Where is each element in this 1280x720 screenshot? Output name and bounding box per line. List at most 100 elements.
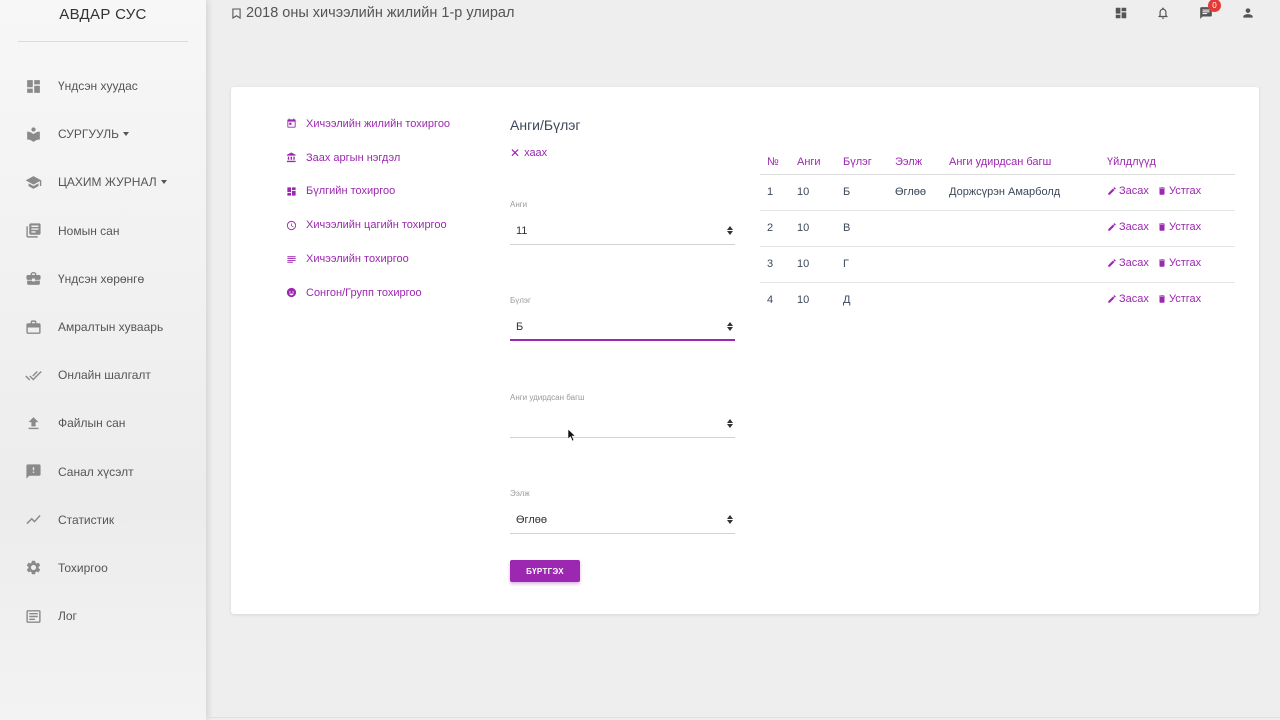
- cell-grade: 10: [797, 294, 810, 307]
- brand-logo-text[interactable]: АВДАР СУС: [0, 0, 206, 42]
- pencil-icon: [1108, 223, 1116, 231]
- sidebar-nav: Үндсэн хуудас СУРГУУЛЬ ЦАХИМ ЖУРНАЛ Номы…: [0, 62, 206, 640]
- dashboard-toggle-button[interactable]: [1114, 6, 1128, 20]
- form-title: Анги/Бүлэг: [510, 117, 581, 133]
- sidebar-item-home[interactable]: Үндсэн хуудас: [0, 62, 206, 110]
- sidebar-item-settings[interactable]: Тохиргоо: [0, 544, 206, 592]
- shift-label: Ээлж: [510, 489, 530, 498]
- messages-button[interactable]: 0: [1199, 0, 1221, 20]
- edit-button[interactable]: Засах: [1107, 185, 1149, 197]
- settings-menu: Хичээлийн жилийн тохиргоо Заах аргын нэг…: [286, 107, 450, 310]
- topbar: 2018 оны хичээлийн жилийн 1-р улирал 0: [206, 0, 1280, 30]
- sidebar-item-label: Файлын сан: [58, 416, 126, 431]
- settings-item-method-unit[interactable]: Заах аргын нэгдэл: [286, 141, 450, 175]
- user-profile-button[interactable]: [1241, 6, 1255, 20]
- notification-badge: 0: [1208, 0, 1221, 12]
- caret-down-icon: [123, 132, 129, 137]
- trash-icon: [1159, 259, 1165, 267]
- cell-teacher: [942, 246, 1100, 283]
- page-title-text: 2018 оны хичээлийн жилийн 1-р улирал: [246, 5, 515, 21]
- select-arrows-icon: [727, 322, 733, 331]
- delete-button[interactable]: Устгах: [1157, 293, 1201, 305]
- cell-no: 2: [760, 210, 790, 247]
- teacher-select[interactable]: [510, 412, 735, 438]
- table-row: 4 10 Д Засах Устгах: [760, 282, 1235, 318]
- sidebar-item-statistics[interactable]: Статистик: [0, 496, 206, 544]
- main-card: Хичээлийн жилийн тохиргоо Заах аргын нэг…: [231, 87, 1259, 614]
- library-books-icon: [25, 222, 42, 239]
- sidebar-item-online-exam[interactable]: Онлайн шалгалт: [0, 351, 206, 399]
- cell-shift: [888, 282, 942, 318]
- pencil-icon: [1108, 187, 1116, 195]
- delete-label: Устгах: [1168, 185, 1202, 197]
- grade-value: 11: [516, 225, 528, 237]
- cell-grade: 10: [790, 210, 836, 247]
- grade-select[interactable]: 11: [510, 219, 735, 245]
- briefcase-icon: [25, 270, 42, 287]
- double-check-icon: [25, 367, 42, 384]
- delete-button[interactable]: Устгах: [1157, 221, 1201, 233]
- calendar-icon: [286, 118, 297, 129]
- col-header-grade: Анги: [790, 150, 836, 175]
- cell-grade: 10: [790, 174, 836, 211]
- cell-actions: Засах Устгах: [1100, 282, 1235, 318]
- graduation-cap-icon: [25, 174, 42, 191]
- edit-button[interactable]: Засах: [1107, 257, 1149, 269]
- sidebar-item-assets[interactable]: Үндсэн хөрөнгө: [0, 255, 206, 303]
- sidebar-item-e-journal[interactable]: ЦАХИМ ЖУРНАЛ: [0, 158, 206, 206]
- cell-actions: Засах Устгах: [1100, 210, 1235, 247]
- upload-icon: [25, 415, 42, 432]
- settings-item-lesson[interactable]: Хичээлийн тохиргоо: [286, 242, 450, 276]
- sidebar-item-label: Статистик: [58, 512, 115, 527]
- col-header-teacher: Анги удирдсан багш: [942, 150, 1100, 175]
- group-select[interactable]: Б: [510, 315, 735, 341]
- sidebar-item-label: СУРГУУЛЬ: [58, 127, 119, 142]
- register-button[interactable]: БҮРТГЭХ: [510, 560, 580, 582]
- alerts-button[interactable]: [1156, 6, 1170, 20]
- settings-item-lesson-time[interactable]: Хичээлийн цагийн тохиргоо: [286, 208, 450, 242]
- cell-group: Д: [843, 294, 851, 307]
- class-table-section: № Анги Бүлэг Ээлж Анги удирдсан багш Үйл…: [760, 150, 1235, 318]
- settings-item-school-year[interactable]: Хичээлийн жилийн тохиргоо: [286, 107, 450, 141]
- shift-select[interactable]: Өглөө: [510, 508, 735, 534]
- settings-item-label: Хичээлийн цагийн тохиргоо: [306, 219, 447, 232]
- col-header-no: №: [760, 150, 790, 175]
- sidebar-item-school[interactable]: СУРГУУЛЬ: [0, 110, 206, 158]
- table-row: 2 10 В Засах Устгах: [760, 210, 1235, 247]
- caret-down-icon: [160, 180, 167, 185]
- sidebar-item-feedback[interactable]: Санал хүсэлт: [0, 448, 206, 496]
- person-icon: [1243, 8, 1253, 18]
- cell-teacher: [942, 210, 1100, 247]
- sidebar-item-label: Үндсэн хуудас: [58, 79, 138, 94]
- group-label: Бүлэг: [510, 296, 531, 305]
- settings-item-group[interactable]: Бүлгийн тохиргоо: [286, 175, 450, 209]
- sidebar-item-files[interactable]: Файлын сан: [0, 399, 206, 447]
- grid-icon: [286, 186, 297, 197]
- trash-icon: [1159, 295, 1165, 303]
- settings-item-elective-group[interactable]: Сонгон/Групп тохиргоо: [286, 276, 450, 310]
- edit-label: Засах: [1119, 257, 1149, 269]
- sidebar-item-label: Үндсэн хөрөнгө: [58, 271, 145, 286]
- teacher-field: Анги удирдсан багш: [510, 393, 735, 438]
- col-header-actions: Үйлдлүүд: [1100, 150, 1235, 175]
- group-field: Бүлэг Б: [510, 296, 735, 341]
- sidebar-item-log[interactable]: Лог: [0, 592, 206, 640]
- group-icon: [286, 287, 297, 298]
- edit-button[interactable]: Засах: [1107, 293, 1149, 305]
- table-row: 1 10 Б Өглөө Доржсүрэн Амарболд Засах Ус…: [760, 174, 1235, 211]
- grade-field: Анги 11: [510, 200, 735, 245]
- sidebar-item-library[interactable]: Номын сан: [0, 207, 206, 255]
- sidebar-item-label: Санал хүсэлт: [58, 464, 134, 479]
- cell-no: 3: [760, 246, 790, 283]
- bank-icon: [286, 152, 297, 163]
- settings-item-label: Заах аргын нэгдэл: [306, 151, 401, 164]
- list-log-icon: [25, 608, 42, 625]
- close-form-link[interactable]: ✕ хаах: [510, 146, 547, 160]
- sidebar-item-label: Амралтын хуваарь: [58, 320, 164, 335]
- edit-button[interactable]: Засах: [1107, 221, 1149, 233]
- delete-button[interactable]: Устгах: [1157, 257, 1201, 269]
- bookmark-icon: [232, 7, 241, 19]
- delete-button[interactable]: Устгах: [1157, 185, 1201, 197]
- cell-no: 1: [760, 174, 790, 211]
- sidebar-item-vacation[interactable]: Амралтын хуваарь: [0, 303, 206, 351]
